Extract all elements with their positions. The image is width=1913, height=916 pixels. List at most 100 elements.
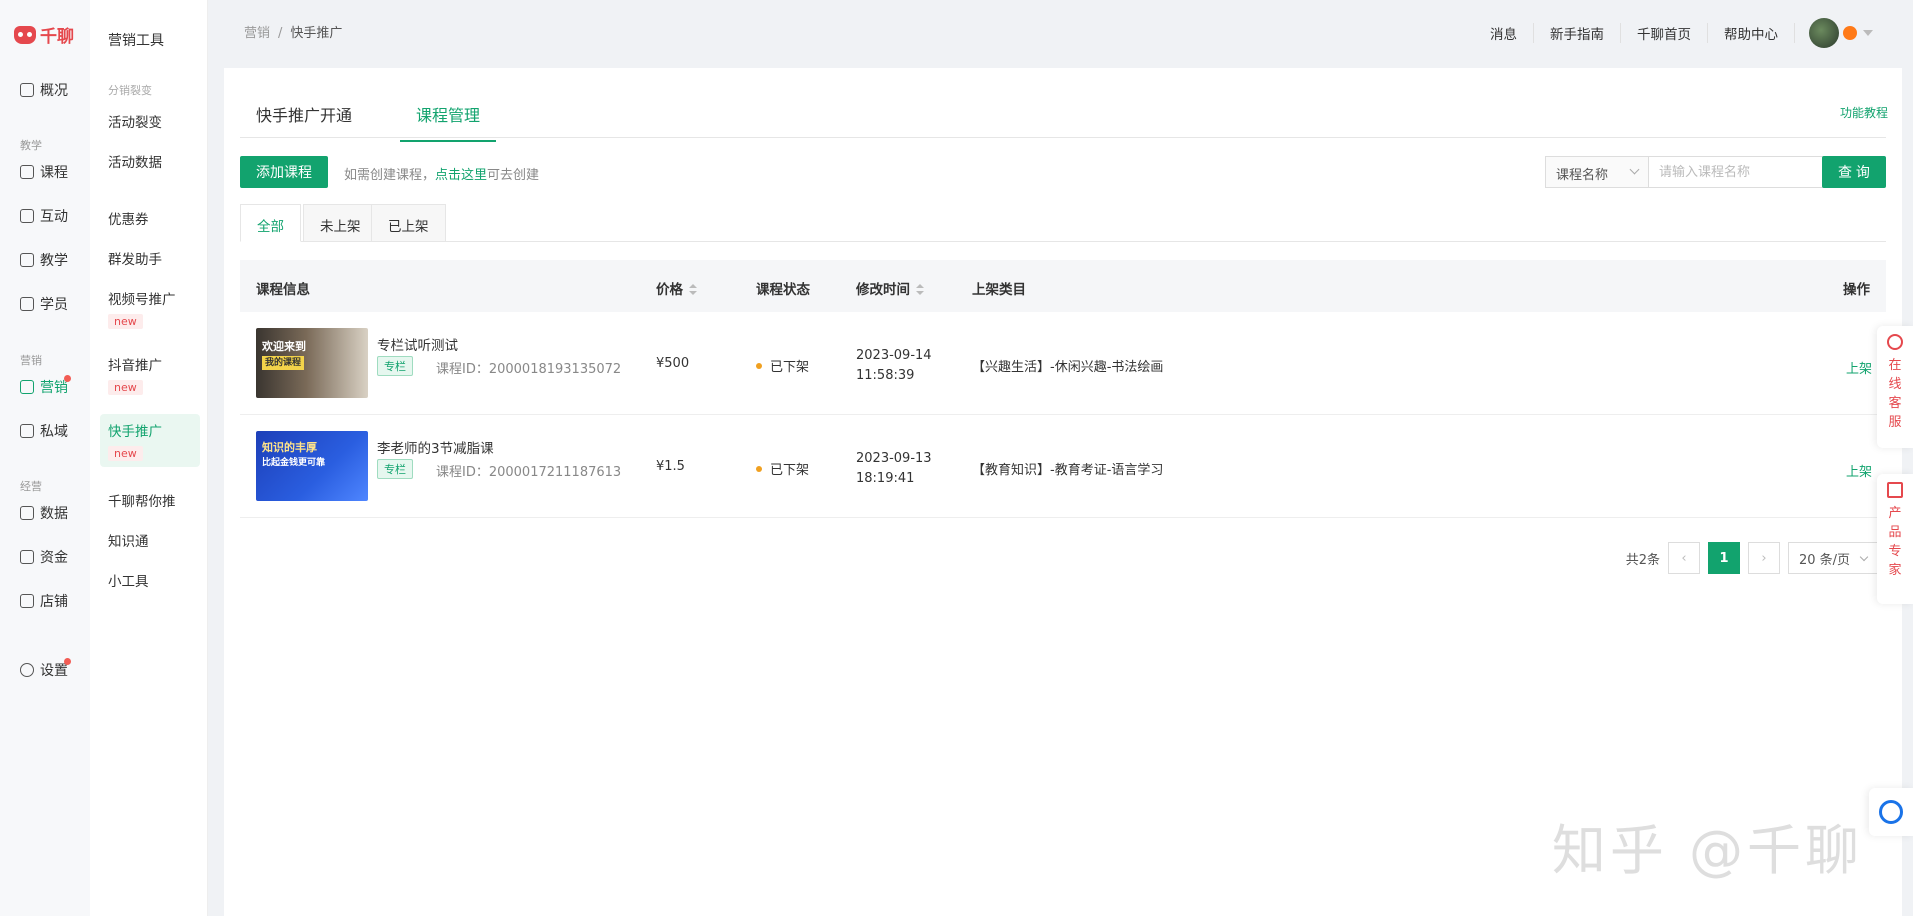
sub-item-video-promo[interactable]: 视频号推广 new [100,282,200,335]
megaphone-icon [20,380,34,394]
online-service-widget[interactable]: 在 线 客 服 [1877,326,1913,448]
top-nav: 消息 新手指南 千聊首页 帮助中心 [1474,18,1873,48]
cat-logo-icon [14,25,36,44]
col-status: 课程状态 [756,282,810,298]
sub-item-activity-fission[interactable]: 活动裂变 [100,105,200,137]
store-icon [20,594,34,608]
nav-group-teaching: 教学 [20,139,42,152]
sub-item-small-tools[interactable]: 小工具 [100,564,200,596]
pagination: 共2条 ‹ 1 › 20 条/页 [1626,542,1878,574]
avatar[interactable] [1809,18,1839,48]
list-button[interactable]: 上架 [1846,358,1872,377]
add-course-button[interactable]: 添加课程 [240,156,328,188]
sort-icon [689,284,697,296]
home-link[interactable]: 千聊首页 [1621,23,1708,43]
sub-item-help-push[interactable]: 千聊帮你推 [100,484,200,516]
thumb-line2: 我的课程 [262,356,305,370]
prev-page-button[interactable]: ‹ [1668,542,1700,574]
col-price[interactable]: 价格 [656,278,697,298]
sub-item-zhishitong[interactable]: 知识通 [100,524,200,556]
nav-item-store[interactable]: 店铺 [20,591,68,611]
nav-group-operation: 经营 [20,480,42,493]
brand-logo[interactable]: 千聊 [14,22,74,47]
nav-item-course[interactable]: 课程 [20,162,68,182]
col-mtime[interactable]: 修改时间 [856,278,924,298]
modified-time: 2023-09-13 18:19:41 [856,449,932,489]
nav-label: 概况 [40,83,68,99]
nav-item-marketing[interactable]: 营销 [20,377,68,397]
guide-link[interactable]: 新手指南 [1534,23,1621,43]
tools-icon [20,253,34,267]
hint-prefix: 如需创建课程， [344,168,436,183]
sort-icon [916,284,924,296]
widget-char: 专 [1888,544,1902,559]
status-text: 已下架 [770,360,810,375]
sub-item-kuaishou-promo[interactable]: 快手推广 new [100,414,200,467]
sub-item-coupon[interactable]: 优惠券 [100,202,200,234]
course-type-tag: 专栏 [377,356,413,376]
messages-link[interactable]: 消息 [1474,23,1534,43]
nav-item-private-domain[interactable]: 私域 [20,421,68,441]
widget-char: 家 [1888,563,1902,578]
search-field-select[interactable]: 课程名称 [1545,156,1649,188]
sub-item-activity-data[interactable]: 活动数据 [100,145,200,177]
next-page-button[interactable]: › [1748,542,1780,574]
orange-badge-icon [1843,26,1857,40]
course-name[interactable]: 专栏试听测试 [377,334,458,354]
sub-item-mass-send[interactable]: 群发助手 [100,242,200,274]
tutorial-link[interactable]: 功能教程 [1840,104,1888,121]
table-row: 知识的丰厚 比起金钱更可靠 李老师的3节减脂课 专栏 课程ID：200001721… [240,415,1886,518]
create-link[interactable]: 点击这里 [435,168,487,183]
list-button[interactable]: 上架 [1846,461,1872,480]
col-mtime-label: 修改时间 [856,282,910,298]
chart-icon [20,506,34,520]
nav-item-students[interactable]: 学员 [20,294,68,314]
nav-label: 学员 [40,297,68,313]
col-info: 课程信息 [256,282,310,298]
dashboard-icon [20,83,34,97]
tab-kuaishou-open[interactable]: 快手推广开通 [256,102,352,140]
widget-char: 线 [1888,377,1902,392]
nav-item-settings[interactable]: 设置 [20,660,68,680]
chevron-left-icon: ‹ [1681,550,1687,566]
modified-clock: 11:58:39 [856,368,915,383]
chevron-down-icon[interactable] [1863,30,1873,36]
sub-item-douyin-promo[interactable]: 抖音推广 new [100,348,200,401]
hint-suffix: 可去创建 [487,168,540,183]
page-size-select[interactable]: 20 条/页 [1788,542,1878,574]
nav-item-data[interactable]: 数据 [20,503,68,523]
course-thumbnail[interactable]: 知识的丰厚 比起金钱更可靠 [256,431,368,501]
sub-item-label: 抖音推广 [108,358,162,374]
search-button[interactable]: 查 询 [1822,156,1886,188]
breadcrumb-current: 快手推广 [290,26,343,41]
notification-dot [64,375,71,382]
wallet-icon [20,550,34,564]
nav-label: 互动 [40,209,68,225]
course-thumbnail[interactable]: 欢迎来到 我的课程 [256,328,368,398]
chevron-down-icon [1629,164,1640,175]
search-input[interactable] [1649,156,1831,188]
product-expert-widget[interactable]: 产 品 专 家 [1877,474,1913,604]
course-type-tag: 专栏 [377,459,413,479]
help-link[interactable]: 帮助中心 [1708,23,1795,43]
widget-char: 客 [1888,396,1902,411]
page-size-label: 20 条/页 [1799,552,1851,568]
subtab-listed[interactable]: 已上架 [371,204,446,242]
nav-item-overview[interactable]: 概况 [20,80,68,100]
thumb-line1: 知识的丰厚 [262,441,317,454]
chevron-right-icon: › [1761,550,1767,566]
sub-item-label: 快手推广 [108,424,162,440]
tab-course-manage[interactable]: 课程管理 [400,102,497,142]
subtab-all[interactable]: 全部 [240,204,301,242]
subtab-unlisted[interactable]: 未上架 [303,204,378,242]
course-name[interactable]: 李老师的3节减脂课 [377,437,494,457]
assistant-icon [1879,800,1903,824]
course-id: 课程ID：2000017211187613 [436,465,622,480]
nav-item-interaction[interactable]: 互动 [20,206,68,226]
assistant-widget[interactable] [1869,788,1913,836]
nav-item-teach[interactable]: 教学 [20,250,68,270]
breadcrumb-root[interactable]: 营销 [244,26,270,41]
settings-icon [20,663,34,677]
page-number-button[interactable]: 1 [1708,542,1740,574]
nav-item-funds[interactable]: 资金 [20,547,68,567]
